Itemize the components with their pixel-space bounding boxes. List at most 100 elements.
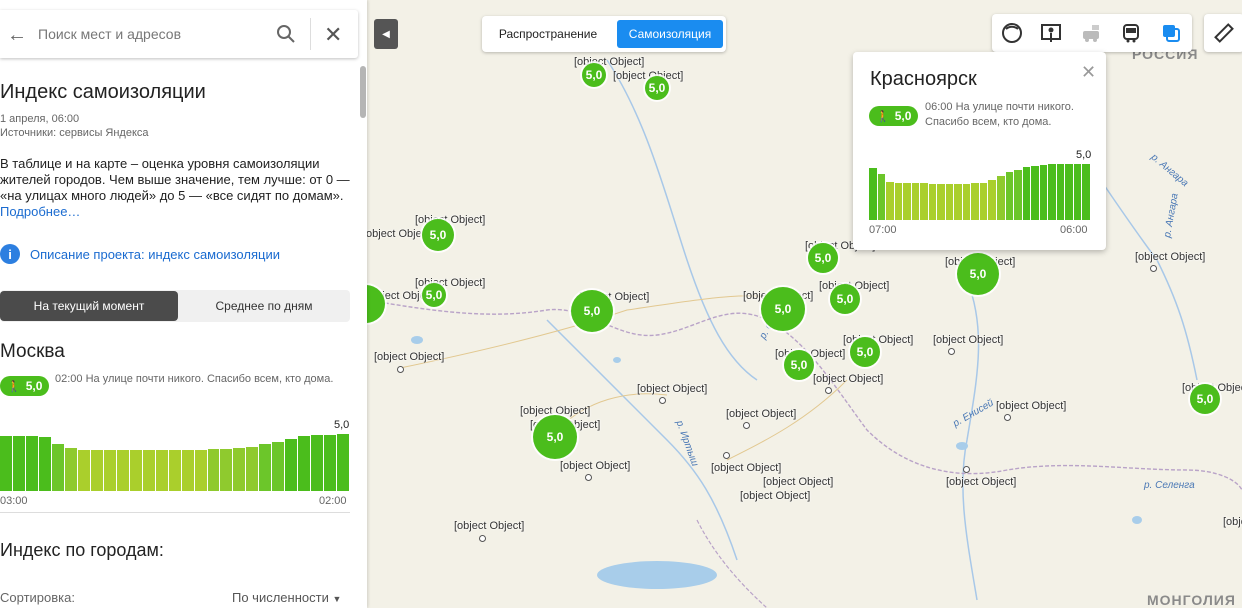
toggle-now[interactable]: На текущий момент (0, 291, 178, 321)
ruler-icon (1213, 22, 1235, 49)
chart-bar (903, 183, 911, 220)
info-icon: i (0, 244, 20, 264)
chart-max: 5,0 (334, 419, 350, 431)
city-popup: Красноярск ✕ 🚶 5,0 06:00 На улице почти н… (853, 52, 1106, 250)
sources: Источники: сервисы Яндекса (0, 127, 149, 139)
scrollbar[interactable] (360, 66, 366, 118)
city-value: 5,0 (25, 379, 43, 393)
city-status: 02:00 На улице почти никого. Спасибо все… (55, 373, 334, 385)
city-dot (1150, 265, 1157, 272)
description-text: В таблице и на карте – оценка уровня сам… (0, 156, 350, 203)
city-label: [object Object] (996, 400, 1067, 412)
city-label: [object Object] (1135, 251, 1206, 263)
city-index-badge: 🚶 5,0 (0, 376, 50, 396)
chart-bar (877, 174, 886, 220)
panorama-icon[interactable] (1040, 22, 1062, 44)
chart-bar (90, 450, 103, 491)
period-toggle: На текущий момент Среднее по дням (0, 290, 350, 322)
close-icon[interactable]: ✕ (324, 22, 342, 48)
chart-bar (869, 168, 877, 220)
chart-bar (298, 436, 311, 491)
search-icon[interactable] (276, 24, 296, 49)
search-input[interactable]: Поиск мест и адресов (38, 26, 181, 42)
city-marker[interactable]: 5,0 (1190, 384, 1220, 414)
city-dot (479, 535, 486, 542)
popup-status: 06:00 На улице почти никого. Спасибо все… (925, 101, 1074, 128)
self-isolation-layer-icon[interactable] (1001, 22, 1023, 44)
city-marker[interactable]: 5,0 (784, 350, 814, 380)
map-canvas[interactable]: РОССИЯ МОНГОЛИЯ [object Object] [object … (367, 0, 1242, 608)
city-marker[interactable]: 5,0 (850, 337, 880, 367)
chart-bar (1031, 166, 1039, 220)
chart-bar (272, 442, 285, 491)
city-label: [object Object] (711, 462, 782, 474)
toggle-average[interactable]: Среднее по дням (178, 291, 350, 321)
person-icon: 🚶 (876, 110, 890, 123)
chart-bar (259, 444, 272, 491)
chart-bar (954, 184, 962, 220)
divider (310, 18, 311, 50)
sort-select[interactable]: По численности ▼ (232, 590, 341, 605)
person-icon: 🚶 (7, 380, 21, 393)
back-arrow-icon[interactable]: ← (7, 24, 27, 47)
chart-bar (945, 184, 954, 220)
update-date: 1 апреля, 06:00 (0, 113, 80, 125)
city-marker[interactable]: 5,0 (533, 415, 577, 459)
tab-isolation[interactable]: Самоизоляция (617, 20, 723, 48)
by-cities-heading: Индекс по городам: (0, 540, 164, 560)
chart-bar (1082, 164, 1090, 220)
city-label: [object Object] (560, 460, 631, 472)
popup-close-icon[interactable]: ✕ (1081, 62, 1096, 83)
chart-bar (155, 450, 168, 491)
chart-bar (911, 183, 920, 220)
chart-bar (246, 447, 259, 491)
popup-index-badge: 🚶 5,0 (869, 106, 919, 126)
more-link[interactable]: Подробнее… (0, 204, 80, 219)
popup-title: Красноярск (870, 68, 977, 90)
chart-bar (285, 439, 298, 491)
city-marker[interactable]: 5,0 (645, 76, 669, 100)
chart-bar (25, 436, 38, 491)
city-label: [object Object] (374, 351, 445, 363)
ruler-button[interactable] (1204, 14, 1242, 52)
city-dot (659, 397, 666, 404)
project-link[interactable]: Описание проекта: индекс самоизоляции (30, 247, 280, 262)
city-chart (0, 434, 350, 491)
city-dot (825, 387, 832, 394)
city-marker[interactable]: 5,0 (571, 290, 613, 332)
divider (0, 512, 350, 513)
city-dot (585, 474, 592, 481)
city-label: [object Object] (813, 373, 884, 385)
river-label: р. Селенга (1144, 480, 1195, 491)
layers-icon[interactable] (1160, 22, 1182, 44)
city-marker[interactable]: 5,0 (957, 253, 999, 295)
tab-spread[interactable]: Распространение (487, 20, 609, 48)
chart-bar (937, 184, 945, 220)
city-marker[interactable]: 5,0 (761, 287, 805, 331)
chart-bar (168, 450, 181, 491)
sort-label: Сортировка: (0, 590, 75, 605)
chart-bar (12, 436, 25, 491)
transport-icon[interactable] (1120, 22, 1142, 44)
traffic-icon[interactable] (1080, 22, 1102, 44)
popup-value: 5,0 (894, 109, 912, 123)
chart-bar (920, 183, 928, 220)
chart-bar (996, 176, 1005, 220)
project-info[interactable]: i Описание проекта: индекс самоизоляции (0, 244, 280, 264)
chart-bar (311, 435, 324, 491)
city-marker[interactable]: 5,0 (422, 219, 454, 251)
chart-bar (77, 450, 90, 491)
city-marker[interactable]: 5,0 (582, 63, 606, 87)
country-label: МОНГОЛИЯ (1147, 592, 1236, 608)
city-label: [object Object] (1223, 516, 1242, 528)
city-marker[interactable]: 5,0 (830, 284, 860, 314)
chart-bar (51, 444, 64, 491)
city-marker[interactable]: 5,0 (422, 283, 446, 307)
city-label: [object Object] (637, 383, 708, 395)
chart-start: 03:00 (0, 495, 28, 507)
chart-bar (64, 448, 77, 491)
collapse-panel-button[interactable]: ◀ (374, 19, 398, 49)
city-marker[interactable]: 5,0 (808, 243, 838, 273)
city-dot (948, 348, 955, 355)
chart-bar (129, 450, 142, 491)
